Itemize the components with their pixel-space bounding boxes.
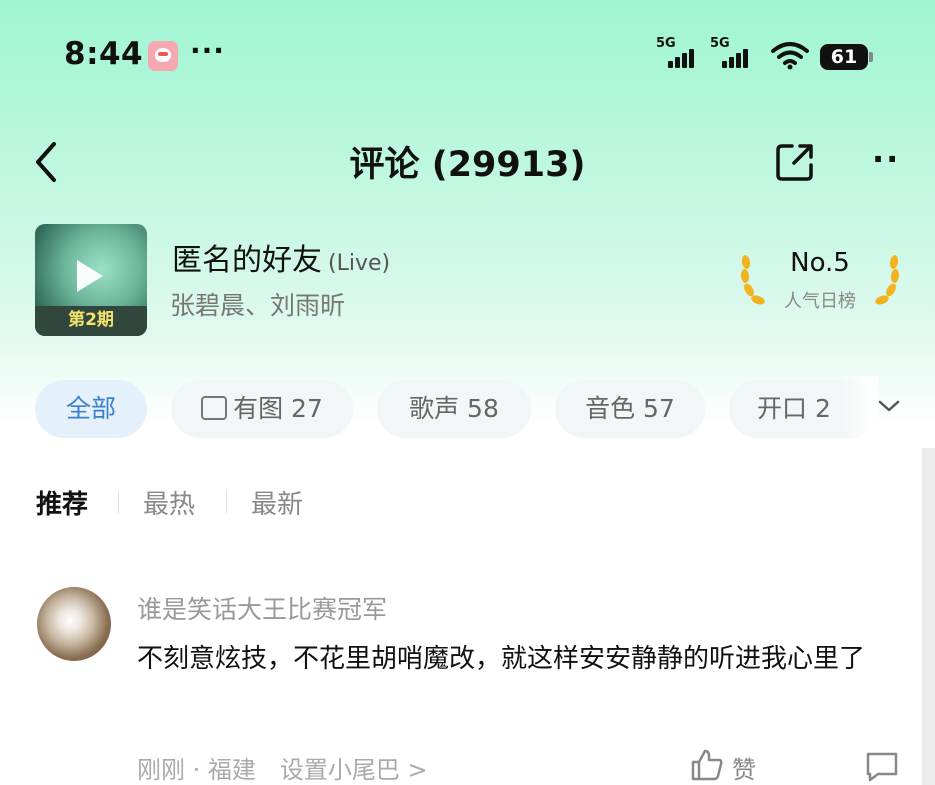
- comment-text: 不刻意炫技，不花里胡哨魔改，就这样安安静静的听进我心里了: [137, 644, 866, 674]
- more-options-button[interactable]: ··: [872, 140, 900, 178]
- status-time: 8:44: [64, 36, 144, 72]
- notification-app-icon: [148, 41, 178, 71]
- song-artists[interactable]: 张碧晨、刘雨昕: [170, 286, 345, 322]
- song-tag: (Live): [328, 251, 391, 276]
- play-icon[interactable]: [77, 260, 103, 292]
- set-tail-link[interactable]: 设置小尾巴 >: [280, 756, 428, 784]
- battery-indicator: 61: [820, 44, 873, 70]
- wifi-icon: [771, 42, 809, 70]
- filter-chip-all[interactable]: 全部: [35, 380, 147, 438]
- status-more-dots: ···: [190, 34, 225, 67]
- chip-fade-overlay: [838, 376, 878, 440]
- sort-divider: [118, 491, 119, 513]
- rank-label: 人气日榜: [784, 291, 856, 312]
- song-title[interactable]: 匿名的好友 (Live): [172, 235, 390, 279]
- comment-meta: 刚刚 · 福建 设置小尾巴 >: [137, 750, 428, 785]
- filter-chip-images[interactable]: 有图 27: [171, 380, 353, 438]
- signal-1-label: 5G: [656, 36, 676, 51]
- chevron-down-icon[interactable]: [876, 396, 902, 416]
- sort-tab-newest[interactable]: 最新: [251, 484, 303, 521]
- filter-chip-singing[interactable]: 歌声 58: [377, 380, 531, 438]
- sort-tab-recommended[interactable]: 推荐: [36, 484, 88, 521]
- laurel-right-icon: [875, 255, 900, 305]
- like-label[interactable]: 赞: [732, 750, 756, 785]
- song-name: 匿名的好友: [172, 243, 322, 278]
- comment-time-location: 刚刚 · 福建: [137, 756, 256, 784]
- thumbs-up-icon[interactable]: [690, 748, 724, 782]
- scrollbar[interactable]: [922, 448, 935, 785]
- cover-episode-text: 第2期: [68, 310, 114, 330]
- sort-tab-hottest[interactable]: 最热: [143, 484, 195, 521]
- rank-number: No.5: [790, 248, 850, 278]
- filter-chip-timbre[interactable]: 音色 57: [555, 380, 705, 438]
- reply-icon[interactable]: [864, 750, 900, 782]
- image-icon: [201, 396, 228, 420]
- signal-2-icon: 5G: [710, 36, 750, 70]
- share-icon[interactable]: [774, 141, 816, 183]
- signal-2-label: 5G: [710, 36, 730, 51]
- album-cover[interactable]: 第2期: [35, 224, 147, 336]
- comment-username[interactable]: 谁是笑话大王比赛冠军: [137, 590, 387, 626]
- avatar[interactable]: [37, 587, 111, 661]
- signal-1-icon: 5G: [656, 36, 696, 70]
- filter-chip-images-label: 有图 27: [233, 394, 323, 423]
- sort-divider: [226, 491, 227, 513]
